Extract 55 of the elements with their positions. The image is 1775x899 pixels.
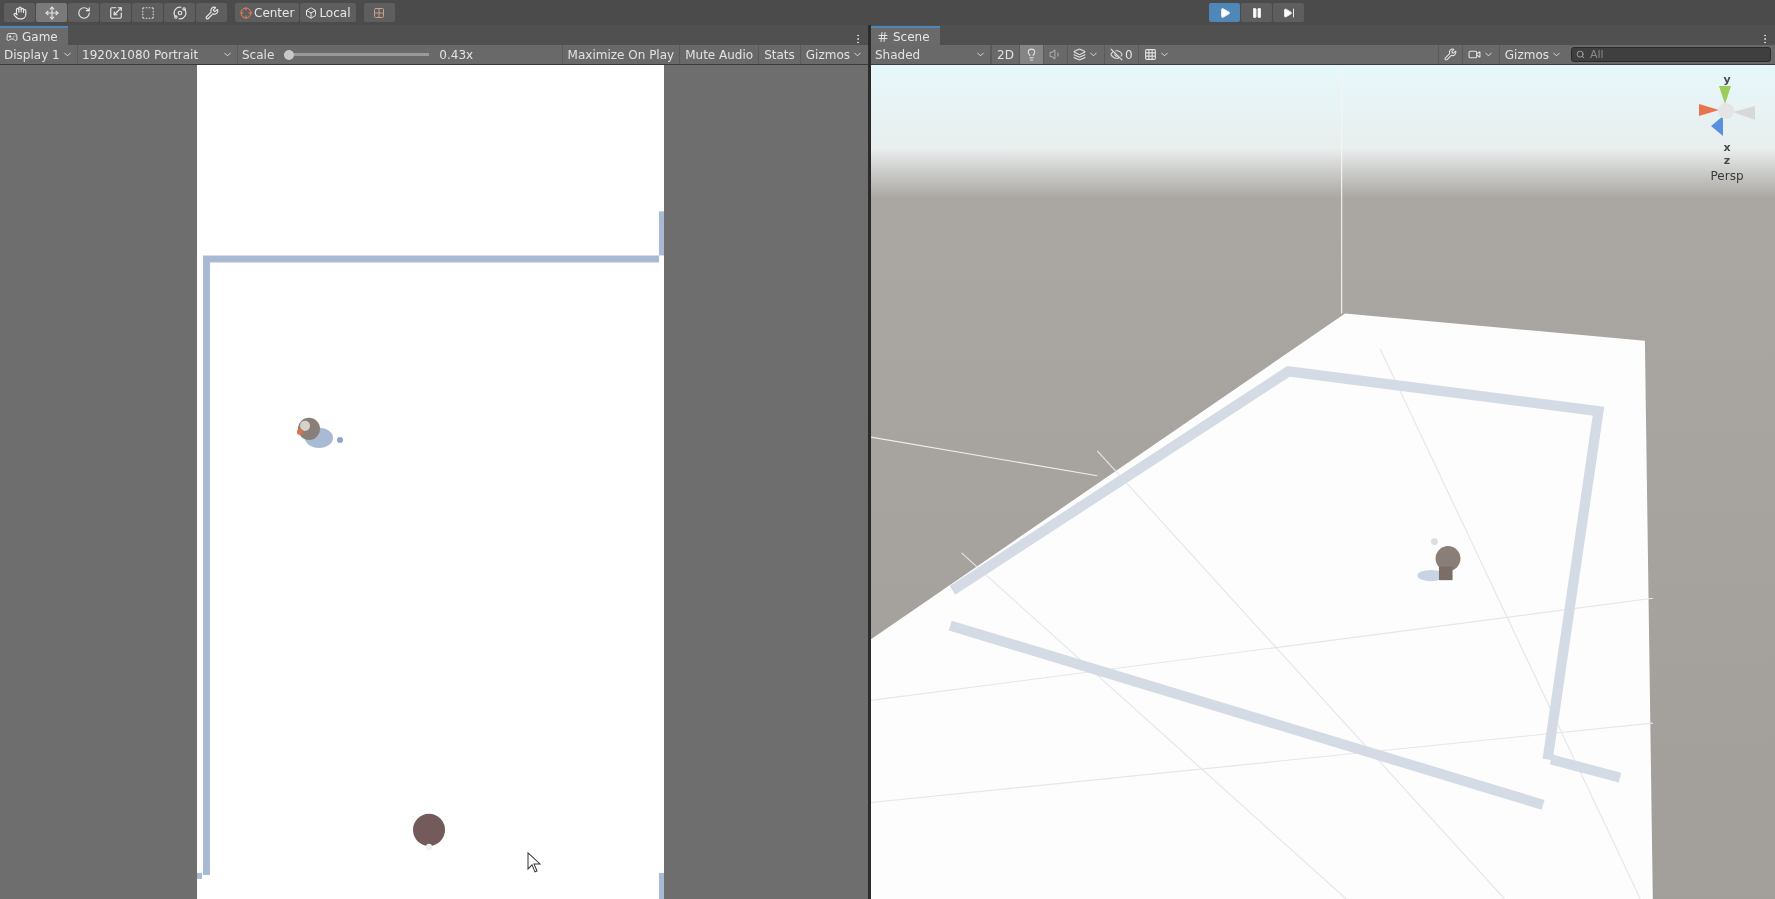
pause-button[interactable] — [1241, 3, 1272, 22]
cube-icon — [305, 6, 318, 19]
gamepad-icon — [6, 30, 18, 43]
z-axis-label: z — [1723, 154, 1731, 167]
step-button[interactable] — [1273, 3, 1304, 22]
scale-label: Scale — [241, 47, 276, 62]
hand-tool[interactable] — [4, 3, 35, 22]
scale-icon — [108, 5, 123, 20]
game-view-button[interactable]: Mute Audio — [679, 45, 759, 64]
slider-thumb[interactable] — [284, 49, 295, 60]
game-view-button[interactable]: Gizmos — [799, 45, 868, 64]
resolution-dropdown[interactable]: 1920x1080 Portrait — [78, 45, 238, 64]
rotate-icon — [76, 5, 91, 20]
x-axis-label: x — [1723, 141, 1731, 154]
hash-icon — [877, 30, 889, 43]
tools-icon — [1443, 48, 1457, 61]
eye-off-icon — [1109, 48, 1123, 61]
custom-icon — [204, 5, 219, 20]
play-icon — [1218, 6, 1231, 19]
custom-tool[interactable] — [196, 3, 227, 22]
layers-icon — [1072, 48, 1086, 61]
grid-icon — [1143, 48, 1157, 61]
search-icon — [1576, 50, 1585, 59]
pivot-mode-button[interactable]: Center — [235, 3, 300, 22]
shading-dropdown[interactable]: Shaded — [871, 45, 991, 64]
2d-toggle[interactable]: 2D — [991, 45, 1019, 64]
scene-tab[interactable]: Scene — [871, 26, 940, 45]
move-tool[interactable] — [36, 3, 67, 22]
pause-icon — [1250, 6, 1263, 19]
speaker-icon — [1048, 48, 1062, 61]
visibility-toggle[interactable]: 0 — [1103, 45, 1138, 64]
display-dropdown[interactable]: Display 1 — [0, 45, 78, 64]
hand-icon — [12, 5, 27, 20]
gizmos-dropdown[interactable]: Gizmos — [1498, 45, 1567, 64]
move-icon — [44, 5, 59, 20]
transform-icon — [172, 5, 187, 20]
rect-icon — [140, 5, 155, 20]
rect-tool[interactable] — [132, 3, 163, 22]
game-tab[interactable]: Game — [0, 26, 68, 45]
lighting-toggle[interactable] — [1018, 45, 1043, 64]
game-view-button[interactable]: Maximize On Play — [561, 45, 680, 64]
y-axis-label: y — [1723, 73, 1731, 86]
camera-icon — [1467, 48, 1481, 61]
transform-tool[interactable] — [164, 3, 195, 22]
projection-label[interactable]: Persp — [1710, 169, 1744, 183]
scale-value: 0.43x — [438, 47, 475, 62]
scale-tool[interactable] — [100, 3, 131, 22]
rotate-tool[interactable] — [68, 3, 99, 22]
game-view-button[interactable]: Stats — [758, 45, 800, 64]
grid-snap-icon — [373, 6, 385, 19]
play-button[interactable] — [1209, 3, 1240, 22]
crosshair-icon — [240, 6, 252, 19]
step-icon — [1282, 6, 1295, 19]
pivot-rotation-button[interactable]: Local — [300, 3, 356, 22]
snap-button[interactable] — [363, 3, 395, 22]
